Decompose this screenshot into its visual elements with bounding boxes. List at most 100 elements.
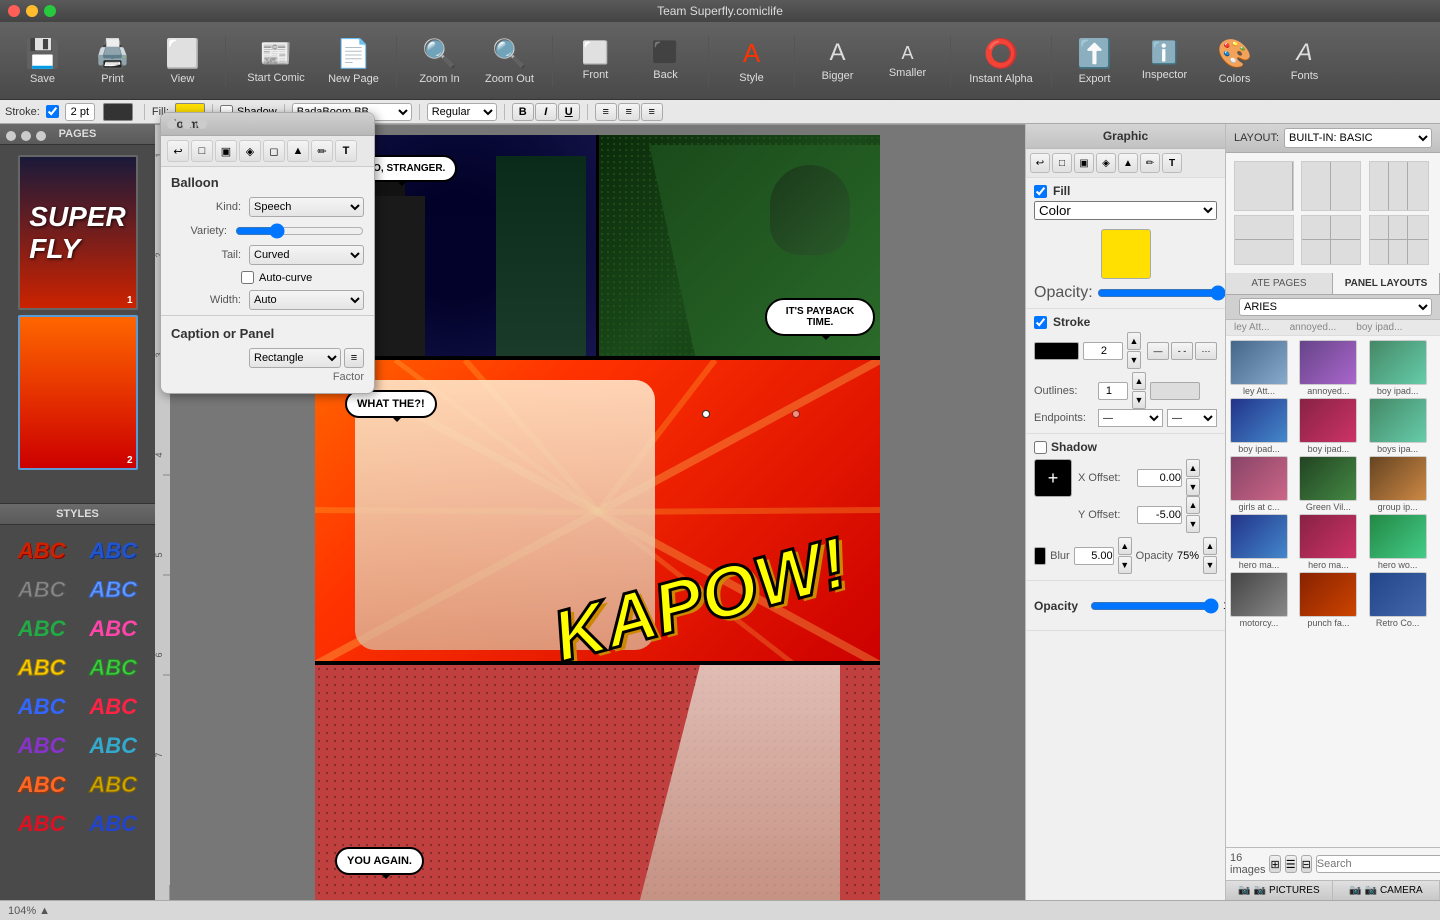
opacity-main-slider[interactable]	[1090, 598, 1219, 614]
minimize-button[interactable]	[26, 5, 38, 17]
popup-max-button[interactable]	[197, 119, 207, 129]
style-item[interactable]: ABC	[80, 533, 148, 568]
form-tb-btn-3[interactable]: ▣	[215, 140, 237, 162]
view-button[interactable]: ⬜ View	[150, 31, 215, 91]
gp-tb-btn-3[interactable]: ▣	[1074, 153, 1094, 173]
bigger-button[interactable]: A Bigger	[805, 31, 870, 91]
style-item[interactable]: ABC	[8, 533, 76, 568]
layout-thumb[interactable]	[1369, 161, 1429, 211]
image-item[interactable]: hero ma...	[1299, 514, 1366, 570]
form-tb-btn-5[interactable]: ◻	[263, 140, 285, 162]
shadow-color-swatch[interactable]: +	[1034, 459, 1072, 497]
library-select[interactable]: ARIES	[1239, 298, 1432, 316]
grid-view-btn[interactable]: ⊞	[1269, 855, 1280, 873]
shadow-blur-up[interactable]: ▲	[1118, 537, 1132, 555]
form-tb-btn-1[interactable]: ↩	[167, 140, 189, 162]
image-item[interactable]: hero ma...	[1230, 514, 1297, 570]
style-item[interactable]: ABC	[80, 572, 148, 607]
gp-tb-btn-7[interactable]: T	[1162, 153, 1182, 173]
layout-select[interactable]: BUILT-IN: BASIC	[1284, 128, 1432, 148]
shadow-blur-down[interactable]: ▼	[1118, 556, 1132, 574]
outlines-up[interactable]: ▲	[1132, 372, 1146, 390]
endpoints-select[interactable]: — →	[1098, 409, 1163, 427]
zoom-controls[interactable]: ▲	[39, 905, 50, 917]
gp-tb-btn-1[interactable]: ↩	[1030, 153, 1050, 173]
panel-3[interactable]: YOU AGAIN.	[315, 665, 880, 900]
balloon-2[interactable]: IT'S PAYBACK TIME.	[765, 298, 875, 336]
align-right-button[interactable]: ≡	[641, 103, 663, 121]
endpoints-end-select[interactable]: — →	[1167, 409, 1217, 427]
image-item[interactable]: punch fa...	[1299, 572, 1366, 628]
stroke-style-btn-2[interactable]: - -	[1171, 342, 1193, 360]
form-tb-btn-2[interactable]: □	[191, 140, 213, 162]
bold-button[interactable]: B	[512, 103, 534, 121]
fonts-button[interactable]: A Fonts	[1272, 31, 1337, 91]
opacity-slider[interactable]	[1097, 285, 1226, 301]
layout-thumb[interactable]	[1301, 161, 1361, 211]
back-button[interactable]: ⬛ Back	[633, 31, 698, 91]
underline-button[interactable]: U	[558, 103, 580, 121]
image-item[interactable]: boy ipad...	[1230, 398, 1297, 454]
instant-alpha-button[interactable]: ⭕ Instant Alpha	[961, 31, 1041, 91]
balloon-3[interactable]: WHAT THE?!	[345, 390, 437, 418]
style-item[interactable]: ABC	[8, 611, 76, 646]
stroke-style-btn-1[interactable]: —	[1147, 342, 1169, 360]
style-item[interactable]: ABC	[8, 806, 76, 841]
stroke-style-btn-3[interactable]: ···	[1195, 342, 1217, 360]
italic-button[interactable]: I	[535, 103, 557, 121]
image-item[interactable]: annoyed...	[1299, 340, 1366, 396]
form-tb-btn-4[interactable]: ◈	[239, 140, 261, 162]
stroke-down[interactable]: ▼	[1127, 351, 1141, 369]
shadow-op-down[interactable]: ▼	[1203, 556, 1217, 574]
list-view-btn[interactable]: ☰	[1285, 855, 1297, 873]
camera-tab[interactable]: 📷 📷 CAMERA	[1333, 881, 1440, 900]
image-item[interactable]: boys ipa...	[1369, 398, 1436, 454]
layout-thumb[interactable]	[1301, 215, 1361, 265]
style-item[interactable]: ABC	[8, 767, 76, 802]
stroke-color-swatch[interactable]	[1034, 342, 1079, 360]
save-button[interactable]: 💾 Save	[10, 31, 75, 91]
style-item[interactable]: ABC	[80, 806, 148, 841]
pictures-tab[interactable]: 📷 📷 PICTURES	[1226, 881, 1333, 900]
layout-thumb[interactable]	[1369, 215, 1429, 265]
shadow-y-input[interactable]	[1137, 506, 1182, 524]
shadow-x-down[interactable]: ▼	[1186, 478, 1200, 496]
shadow-op-up[interactable]: ▲	[1203, 537, 1217, 555]
selection-handle[interactable]	[702, 410, 710, 418]
shadow-blur-input[interactable]	[1074, 547, 1114, 565]
layout-thumb[interactable]	[1234, 215, 1294, 265]
panel-1-right[interactable]: IT'S PAYBACK TIME.	[599, 135, 880, 356]
shadow-checkbox-gp[interactable]	[1034, 441, 1047, 454]
rect-select[interactable]: Rectangle Rounded Oval	[249, 348, 341, 368]
image-item[interactable]: Green Vil...	[1299, 456, 1366, 512]
outlines-down[interactable]: ▼	[1132, 391, 1146, 409]
page-thumb-1[interactable]: SUPERFLY 1	[18, 155, 138, 310]
page-thumb-2[interactable]: 2	[18, 315, 138, 470]
gp-tb-btn-6[interactable]: ✏	[1140, 153, 1160, 173]
close-button[interactable]	[8, 5, 20, 17]
style-item[interactable]: ABC	[8, 650, 76, 685]
popup-min-button[interactable]	[182, 119, 192, 129]
new-page-button[interactable]: 📄 New Page	[321, 31, 386, 91]
gp-tb-btn-4[interactable]: ◈	[1096, 153, 1116, 173]
image-item[interactable]: boy ipad...	[1369, 340, 1436, 396]
style-item[interactable]: ABC	[80, 767, 148, 802]
outline-color-swatch[interactable]	[1150, 382, 1200, 400]
auto-curve-checkbox[interactable]	[241, 271, 254, 284]
style-button[interactable]: A Style	[719, 31, 784, 91]
inspector-button[interactable]: ℹ️ Inspector	[1132, 31, 1197, 91]
start-comic-button[interactable]: 📰 Start Comic	[236, 31, 316, 91]
image-item[interactable]: boy ipad...	[1299, 398, 1366, 454]
zoom-out-button[interactable]: 🔍 Zoom Out	[477, 31, 542, 91]
outlines-input[interactable]	[1098, 382, 1128, 400]
shadow-y-down[interactable]: ▼	[1186, 515, 1200, 533]
shadow-x-up[interactable]: ▲	[1186, 459, 1200, 477]
stroke-width-input[interactable]	[65, 103, 95, 121]
style-item[interactable]: ABC	[80, 728, 148, 763]
align-left-button[interactable]: ≡	[595, 103, 617, 121]
form-tb-btn-7[interactable]: ✏	[311, 140, 333, 162]
shadow-y-up[interactable]: ▲	[1186, 496, 1200, 514]
gp-max[interactable]	[36, 131, 46, 141]
image-item[interactable]: ley Att...	[1230, 340, 1297, 396]
align-center-button[interactable]: ≡	[618, 103, 640, 121]
